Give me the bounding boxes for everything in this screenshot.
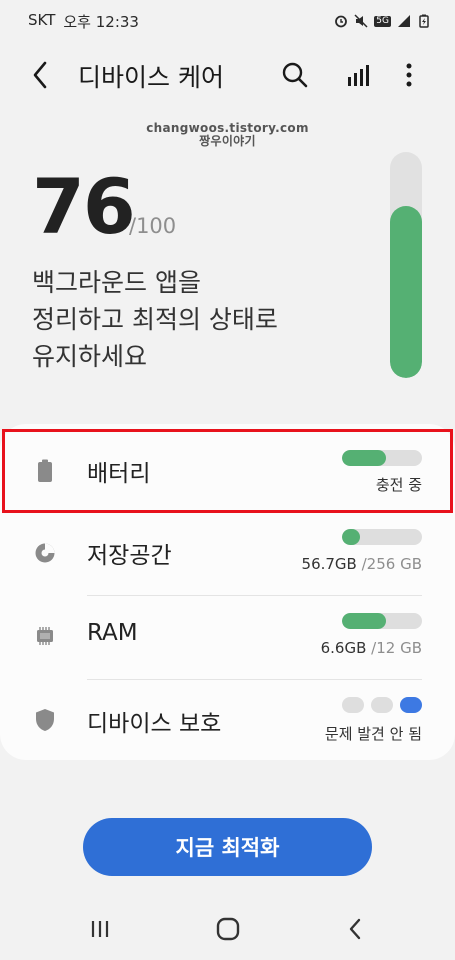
score-gauge xyxy=(390,152,422,378)
ram-used: 6.6GB xyxy=(320,639,367,657)
storage-total: /256 GB xyxy=(361,555,422,573)
score-description: 백그라운드 앱을 정리하고 최적의 상태로 유지하세요 xyxy=(32,264,372,375)
ram-row[interactable]: RAM 6.6GB /12 GB xyxy=(0,596,455,680)
search-icon[interactable] xyxy=(280,60,310,90)
score-max: /100 xyxy=(129,214,177,238)
storage-label: 저장공간 xyxy=(87,543,172,569)
page-title: 디바이스 케어 xyxy=(78,63,224,92)
network-badge: 5G xyxy=(374,15,391,27)
storage-bar xyxy=(342,529,422,545)
level-dot xyxy=(342,697,364,713)
device-score: 76 xyxy=(32,162,136,251)
back-arrow-icon[interactable] xyxy=(26,58,56,92)
battery-highlight-box xyxy=(2,429,453,513)
optimize-now-button[interactable]: 지금 최적화 xyxy=(83,818,372,876)
signal-strength-icon xyxy=(398,15,410,27)
protection-level-indicator xyxy=(342,697,422,713)
battery-status-icon xyxy=(419,14,429,28)
score-description-line: 백그라운드 앱을 xyxy=(32,268,201,297)
shield-icon xyxy=(36,709,54,731)
carrier-label: SKT xyxy=(28,10,56,29)
protection-label: 디바이스 보호 xyxy=(87,711,222,737)
storage-used: 56.7GB xyxy=(301,555,357,573)
ram-usage: 6.6GB /12 GB xyxy=(321,639,422,657)
storage-bar-fill xyxy=(342,529,360,545)
protection-status: 문제 발견 안 됨 xyxy=(324,725,422,743)
score-gauge-fill xyxy=(390,206,422,378)
ram-bar xyxy=(342,613,422,629)
storage-row[interactable]: 저장공간 56.7GB /256 GB xyxy=(0,512,455,596)
alarm-icon xyxy=(335,15,348,28)
storage-usage: 56.7GB /256 GB xyxy=(302,555,422,573)
recent-apps-icon[interactable] xyxy=(86,915,114,943)
status-bar: SKT 오후 12:33 5G xyxy=(0,0,455,42)
app-bar: 디바이스 케어 xyxy=(0,50,455,100)
ram-label: RAM xyxy=(87,620,138,646)
protection-row[interactable]: 디바이스 보호 문제 발견 안 됨 xyxy=(0,680,455,764)
more-options-icon[interactable] xyxy=(399,58,419,92)
watermark-name: 짱우이야기 xyxy=(199,134,256,148)
clock: 오후 12:33 xyxy=(63,12,139,31)
bar-chart-icon[interactable] xyxy=(345,60,371,90)
back-nav-icon[interactable] xyxy=(342,915,370,943)
home-icon[interactable] xyxy=(214,915,242,943)
navigation-bar xyxy=(0,905,455,953)
level-dot xyxy=(371,697,393,713)
ram-bar-fill xyxy=(342,613,386,629)
mute-icon xyxy=(354,14,368,28)
score-description-line: 정리하고 최적의 상태로 xyxy=(32,305,278,334)
ram-total: /12 GB xyxy=(371,639,422,657)
chip-icon xyxy=(37,627,53,645)
score-description-line: 유지하세요 xyxy=(32,342,148,371)
pie-chart-icon xyxy=(35,543,55,563)
level-dot xyxy=(400,697,422,713)
